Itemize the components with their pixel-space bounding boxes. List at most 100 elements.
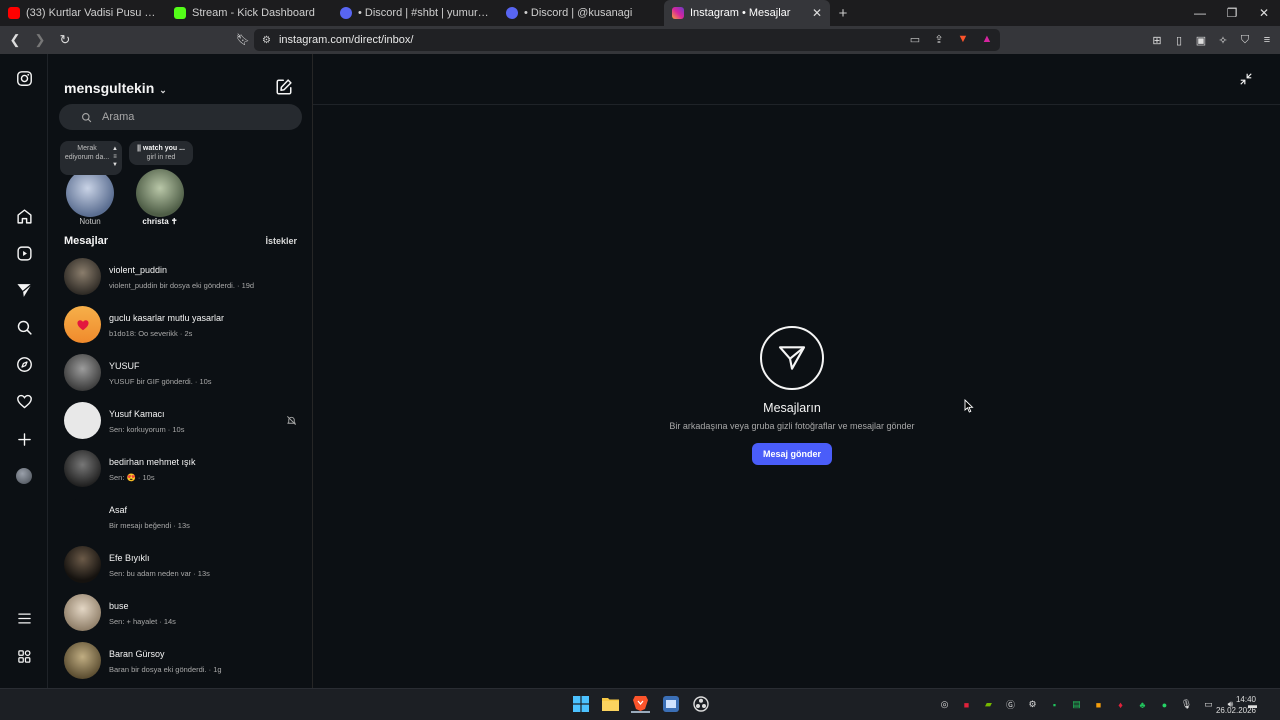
conversation-item[interactable]: bedirhan mehmet ışık Sen: 😍 · 10s (48, 448, 313, 496)
conversation-item[interactable]: Yusuf Kamacı Sen: korkuyorum · 10s (48, 400, 313, 448)
tray-app-icon[interactable]: Ⓖ (1003, 697, 1018, 712)
browser-tab[interactable]: • Discord | #shbt | yumurcaklar (332, 0, 498, 26)
tray-app-icon[interactable]: ♣ (1135, 697, 1150, 712)
file-explorer-icon[interactable] (601, 694, 620, 713)
conversation-list: violent_puddin violent_puddin bir dosya … (48, 256, 313, 688)
conversation-preview: YUSUF bir GIF gönderdi. · 10s (109, 377, 212, 386)
account-switcher[interactable]: mensgultekin ⌄ (64, 80, 167, 96)
leo-ai-icon[interactable]: ✧ (1216, 30, 1230, 50)
steam-tray-icon[interactable]: ⚙ (1025, 697, 1040, 712)
tab-label: (33) Kurtlar Vadisi Pusu | 181. Bölüm | (26, 7, 158, 19)
brave-shield-icon[interactable]: ▼ (956, 32, 970, 46)
conversation-name: Yusuf Kamacı (109, 409, 165, 419)
browser-tab[interactable]: Stream - Kick Dashboard (166, 0, 332, 26)
os-taskbar: ◎ ■ ▰ Ⓖ ⚙ ▪ ▤ ■ ♦ ♣ ● 🎙︎ ▭ 🔊︎ ▬ 14:40 26… (0, 688, 1280, 720)
instagram-logo-icon[interactable] (14, 68, 34, 88)
conversation-list-pane: mensgultekin ⌄ Merak ediyorum da... ▲≡▼ N… (48, 54, 313, 688)
header-divider (313, 104, 1280, 105)
notifications-heart-icon[interactable] (14, 391, 34, 411)
microphone-icon[interactable]: 🎙︎ (1179, 697, 1194, 712)
heart-icon (76, 319, 89, 330)
back-icon[interactable]: ❮ (5, 30, 25, 50)
url-text: instagram.com/direct/inbox/ (278, 34, 414, 46)
search-bar[interactable] (59, 104, 302, 130)
close-icon[interactable]: ✕ (1248, 0, 1280, 26)
create-plus-icon[interactable] (14, 429, 34, 449)
discord-icon (506, 7, 518, 19)
search-icon[interactable] (14, 317, 34, 337)
system-clock[interactable]: 14:40 26.02.2026 (1216, 694, 1256, 716)
reels-icon[interactable] (14, 243, 34, 263)
requests-link[interactable]: İstekler (265, 236, 297, 246)
brave-rewards-icon[interactable]: ▲ (980, 32, 994, 46)
conversation-name: Efe Bıyıklı (109, 553, 150, 563)
browser-tab[interactable]: (33) Kurtlar Vadisi Pusu | 181. Bölüm | (0, 0, 166, 26)
explore-icon[interactable] (14, 354, 34, 374)
brave-browser-icon[interactable] (631, 694, 650, 713)
reload-icon[interactable]: ↻ (55, 30, 75, 50)
sidebar-icon[interactable]: ▯ (1172, 30, 1186, 50)
bookmark-icon[interactable]: 🔖︎ (236, 33, 250, 46)
home-icon[interactable] (14, 206, 34, 226)
instagram-icon (672, 7, 684, 19)
conversation-preview: Sen: 😍 · 10s (109, 473, 155, 482)
site-info-icon[interactable]: ⚙︎ (262, 35, 271, 46)
minimize-icon[interactable]: — (1184, 0, 1216, 26)
conversation-item[interactable]: YUSUF YUSUF bir GIF gönderdi. · 10s (48, 352, 313, 400)
tray-app-icon[interactable]: ▤ (1069, 697, 1084, 712)
tab-search-icon[interactable]: ⊞ (1150, 30, 1164, 50)
cast-icon[interactable]: ▭ (908, 32, 922, 46)
also-from-meta-icon[interactable] (14, 646, 34, 666)
message-thread-area: Mesajların Bir arkadaşına veya gruba giz… (313, 54, 1280, 688)
close-icon[interactable]: ✕ (812, 6, 822, 20)
collapse-icon[interactable] (1239, 72, 1253, 86)
conversation-item[interactable]: violent_puddin violent_puddin bir dosya … (48, 256, 313, 304)
avatar (66, 169, 114, 217)
note-bubble: Merak ediyorum da... ▲ ≡ ▼ (60, 141, 122, 175)
network-icon[interactable]: ▭ (1201, 697, 1216, 712)
browser-toolbar: ❮ ❯ ↻ 🔖︎ ⚙︎ instagram.com/direct/inbox/ … (0, 26, 1280, 54)
messages-icon[interactable] (14, 280, 34, 300)
conversation-item[interactable]: Efe Bıyıklı Sen: bu adam neden var · 13s (48, 544, 313, 592)
tray-app-icon[interactable]: ■ (1091, 697, 1106, 712)
conversation-item[interactable]: Baran Gürsoy Baran bir dosya eki gönderd… (48, 640, 313, 688)
tray-app-icon[interactable]: ▪ (1047, 697, 1062, 712)
tray-app-icon[interactable]: ♦ (1113, 697, 1128, 712)
menu-icon[interactable]: ≡ (1260, 30, 1274, 50)
note-scroll-icon: ▲ ≡ ▼ (112, 146, 118, 168)
record-tray-icon[interactable]: ■ (959, 697, 974, 712)
browser-tab[interactable]: • Discord | @kusanagi (498, 0, 664, 26)
search-input[interactable] (102, 111, 282, 123)
conversation-item[interactable]: Asaf Bir mesajı beğendi · 13s (48, 496, 313, 544)
vpn-icon[interactable]: ⛉ (1238, 30, 1252, 50)
restore-icon[interactable]: ❐ (1216, 0, 1248, 26)
conversation-preview: Sen: bu adam neden var · 13s (109, 569, 210, 578)
conversation-item[interactable]: buse Sen: + hayalet · 14s (48, 592, 313, 640)
conversation-name: Baran Gürsoy (109, 649, 165, 659)
new-message-icon[interactable] (275, 78, 293, 96)
conversation-item[interactable]: guclu kasarlar mutlu yasarlar b1do18: Oo… (48, 304, 313, 352)
tray-app-icon[interactable]: ● (1157, 697, 1172, 712)
tab-label: • Discord | @kusanagi (524, 7, 633, 19)
windows-start-icon[interactable] (571, 694, 590, 713)
profile-avatar-icon[interactable] (14, 466, 34, 486)
obs-tray-icon[interactable]: ◎ (937, 697, 952, 712)
browser-tab-strip: (33) Kurtlar Vadisi Pusu | 181. Bölüm | … (0, 0, 1280, 26)
send-message-button[interactable]: Mesaj gönder (751, 443, 832, 465)
obs-icon[interactable] (691, 694, 710, 713)
forward-icon[interactable]: ❯ (30, 30, 50, 50)
address-bar[interactable]: 🔖︎ ⚙︎ instagram.com/direct/inbox/ ▭ ⇪ ▼ … (236, 29, 1000, 51)
app-icon[interactable] (661, 694, 680, 713)
new-tab-button[interactable]: + (830, 0, 856, 26)
more-menu-icon[interactable] (14, 608, 34, 628)
system-tray: ◎ ■ ▰ Ⓖ ⚙ ▪ ▤ ■ ♦ ♣ ● 🎙︎ ▭ 🔊︎ ▬ (937, 697, 1260, 712)
conversation-preview: Sen: korkuyorum · 10s (109, 425, 185, 434)
wallet-icon[interactable]: ▣ (1194, 30, 1208, 50)
window-controls: — ❐ ✕ (1184, 0, 1280, 26)
messages-section-header: Mesajlar İstekler (64, 235, 297, 247)
conversation-name: bedirhan mehmet ışık (109, 457, 196, 467)
youtube-icon (8, 7, 20, 19)
browser-tab-active[interactable]: Instagram • Mesajlar ✕ (664, 0, 830, 26)
nvidia-tray-icon[interactable]: ▰ (981, 697, 996, 712)
share-icon[interactable]: ⇪ (932, 32, 946, 46)
